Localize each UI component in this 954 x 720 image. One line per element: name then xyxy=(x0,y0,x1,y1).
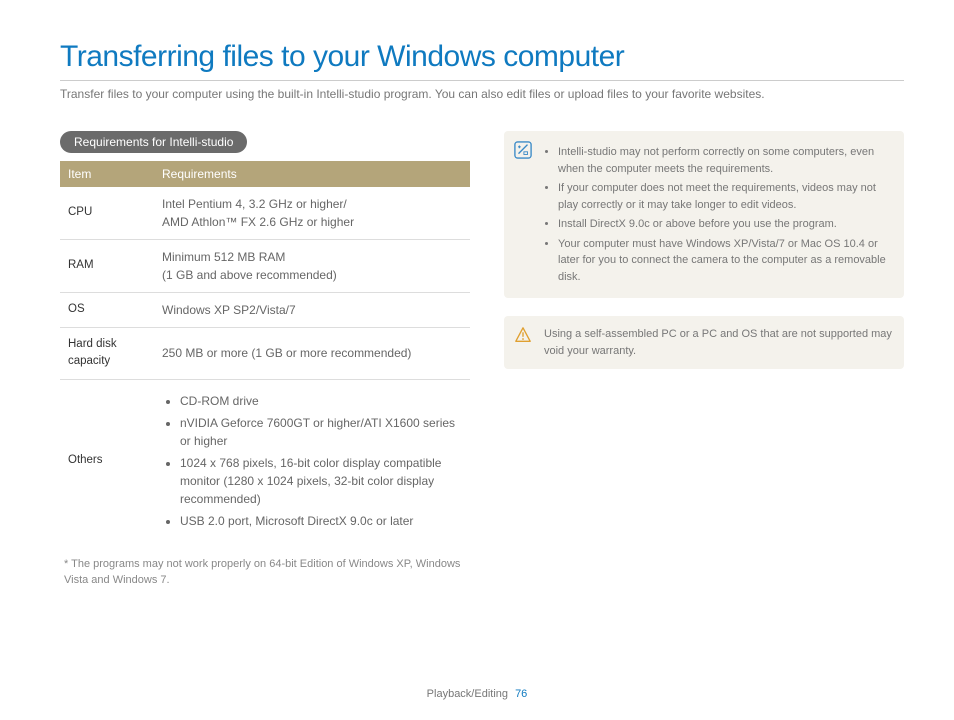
cell-item: RAM xyxy=(60,240,154,293)
cell-item: Others xyxy=(60,379,154,542)
warning-icon xyxy=(514,326,532,344)
cell-item: Hard disk capacity xyxy=(60,328,154,380)
cell-req: Minimum 512 MB RAM (1 GB and above recom… xyxy=(154,240,470,293)
list-item: USB 2.0 port, Microsoft DirectX 9.0c or … xyxy=(180,512,462,530)
info-note-box: Intelli-studio may not perform correctly… xyxy=(504,131,904,298)
cell-req: Windows XP SP2/Vista/7 xyxy=(154,293,470,328)
cell-req: Intel Pentium 4, 3.2 GHz or higher/ AMD … xyxy=(154,187,470,240)
header-requirements: Requirements xyxy=(154,161,470,187)
table-row: Others CD-ROM drive nVIDIA Geforce 7600G… xyxy=(60,379,470,542)
note-item: Your computer must have Windows XP/Vista… xyxy=(558,236,892,286)
requirements-table: Item Requirements CPU Intel Pentium 4, 3… xyxy=(60,161,470,542)
table-header-row: Item Requirements xyxy=(60,161,470,187)
page-title: Transferring files to your Windows compu… xyxy=(60,40,904,74)
divider xyxy=(60,80,904,81)
note-item: Install DirectX 9.0c or above before you… xyxy=(558,216,892,233)
list-item: 1024 x 768 pixels, 16-bit color display … xyxy=(180,454,462,508)
header-item: Item xyxy=(60,161,154,187)
cell-req: CD-ROM drive nVIDIA Geforce 7600GT or hi… xyxy=(154,379,470,542)
list-item: CD-ROM drive xyxy=(180,392,462,410)
cell-item: CPU xyxy=(60,187,154,240)
footer-section: Playback/Editing xyxy=(427,688,508,700)
table-row: RAM Minimum 512 MB RAM (1 GB and above r… xyxy=(60,240,470,293)
note-item: If your computer does not meet the requi… xyxy=(558,180,892,213)
warning-note-box: Using a self-assembled PC or a PC and OS… xyxy=(504,316,904,369)
table-row: Hard disk capacity 250 MB or more (1 GB … xyxy=(60,328,470,380)
note-item: Intelli-studio may not perform correctly… xyxy=(558,144,892,177)
cell-item: OS xyxy=(60,293,154,328)
footnote-text: * The programs may not work properly on … xyxy=(60,556,470,589)
list-item: nVIDIA Geforce 7600GT or higher/ATI X160… xyxy=(180,414,462,450)
table-row: CPU Intel Pentium 4, 3.2 GHz or higher/ … xyxy=(60,187,470,240)
cell-req: 250 MB or more (1 GB or more recommended… xyxy=(154,328,470,380)
note-icon xyxy=(514,141,532,159)
section-pill: Requirements for Intelli-studio xyxy=(60,131,247,153)
table-row: OS Windows XP SP2/Vista/7 xyxy=(60,293,470,328)
page-footer: Playback/Editing 76 xyxy=(0,688,954,700)
intro-text: Transfer files to your computer using th… xyxy=(60,87,904,101)
footer-page-number: 76 xyxy=(515,688,527,700)
warning-text: Using a self-assembled PC or a PC and OS… xyxy=(544,326,892,359)
